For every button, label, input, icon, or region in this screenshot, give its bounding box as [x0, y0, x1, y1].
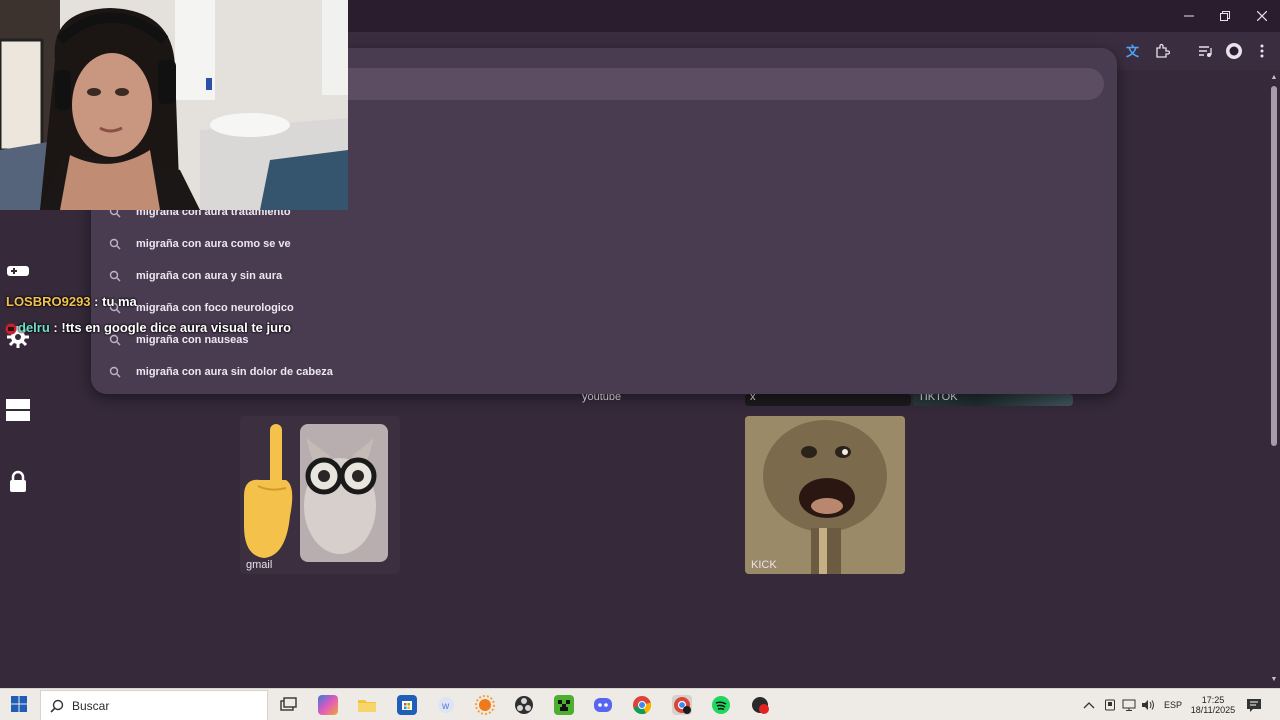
microsoft-store-icon[interactable] — [397, 695, 417, 715]
gmail-thumbnail — [240, 416, 400, 574]
suggestion-text: migraña con aura y sin aura — [136, 270, 283, 282]
close-icon — [1256, 11, 1267, 21]
minecraft-icon[interactable] — [554, 695, 574, 715]
shortcut-tile-x[interactable] — [745, 394, 911, 406]
chat-separator: : — [90, 294, 103, 309]
spotify-icon[interactable] — [711, 695, 731, 715]
taskbar: Buscar w ESP 17:25 18/11/2025 — [0, 688, 1280, 720]
chat-username: delru — [18, 320, 50, 335]
minimize-button[interactable] — [1170, 0, 1207, 32]
clock-time: 17:25 — [1201, 695, 1225, 705]
scroll-up-arrow-icon[interactable]: ▲ — [1270, 73, 1278, 81]
chat-message: delru : !tts en google dice aura visual … — [4, 320, 291, 335]
notification-icon — [1247, 699, 1261, 712]
profile-icon[interactable] — [1224, 41, 1244, 61]
copilot-icon[interactable] — [318, 695, 338, 715]
network-icon[interactable] — [1122, 689, 1136, 720]
chrome-profile-icon[interactable] — [672, 695, 692, 715]
word-app-icon[interactable]: w — [436, 695, 456, 715]
clock[interactable]: 17:25 18/11/2025 — [1189, 689, 1237, 720]
translate-icon[interactable]: 文 — [1123, 41, 1143, 61]
shortcut-tile-kick[interactable]: KICK — [745, 416, 905, 574]
shortcut-tile-gmail[interactable]: gmail — [240, 416, 400, 574]
chat-badge-icon — [5, 323, 17, 335]
windows-logo-icon — [11, 696, 27, 712]
minimize-icon — [1183, 15, 1194, 17]
shortcut-label-kick: KICK — [751, 559, 777, 571]
webcam-overlay — [0, 0, 348, 210]
webcam-feed — [0, 0, 348, 210]
scrollbar-thumb[interactable] — [1271, 86, 1277, 446]
search-icon — [50, 699, 64, 713]
taskbar-search[interactable]: Buscar — [40, 690, 268, 720]
suggestion-item[interactable]: migraña con aura y sin aura — [91, 260, 1117, 292]
suggestion-item[interactable]: migraña con aura como se ve — [91, 228, 1117, 260]
restore-icon — [1219, 11, 1230, 21]
chevron-up-icon — [1083, 702, 1095, 709]
search-placeholder: Buscar — [72, 698, 110, 713]
suggestion-text: migraña con foco neurologico — [136, 302, 294, 314]
chat-message: LOSBRO9293 : tu ma — [6, 294, 137, 309]
media-controls-icon[interactable] — [1195, 41, 1215, 61]
file-explorer-icon[interactable] — [357, 695, 377, 715]
search-icon — [109, 366, 121, 378]
windows-start-button[interactable] — [10, 695, 30, 715]
clock-date: 18/11/2025 — [1190, 705, 1236, 715]
address-bar-input[interactable] — [271, 68, 1104, 100]
close-window-button[interactable] — [1243, 0, 1280, 32]
server-icon — [4, 396, 32, 424]
chat-username: LOSBRO9293 — [6, 294, 91, 309]
restore-button[interactable] — [1206, 0, 1243, 32]
scroll-down-arrow-icon[interactable]: ▼ — [1270, 675, 1278, 683]
search-icon — [109, 334, 121, 346]
discord-icon[interactable] — [593, 695, 613, 715]
notifications-button[interactable] — [1246, 689, 1262, 720]
shortcut-label-gmail: gmail — [246, 559, 273, 571]
svg-text:文: 文 — [1126, 44, 1140, 59]
suggestion-text: migraña con nauseas — [136, 334, 249, 346]
suggestion-item[interactable]: migraña con aura sin dolor de cabeza — [91, 356, 1117, 388]
chat-text: !tts en google dice aura visual te juro — [61, 320, 292, 335]
gamepad-icon — [4, 257, 32, 285]
lock-icon — [4, 468, 32, 496]
svg-text:w: w — [441, 701, 450, 712]
chat-separator: : — [49, 320, 62, 335]
sun-app-icon[interactable] — [475, 695, 495, 715]
obs-icon[interactable] — [514, 695, 534, 715]
search-icon — [109, 270, 121, 282]
tablet-icon[interactable] — [1104, 689, 1116, 720]
volume-icon[interactable] — [1141, 689, 1155, 720]
show-hidden-icons-button[interactable] — [1083, 689, 1095, 720]
task-view-icon[interactable] — [278, 695, 298, 715]
suggestion-text: migraña con aura como se ve — [136, 238, 291, 250]
language-indicator[interactable]: ESP — [1164, 689, 1182, 720]
chat-text: tu ma — [102, 294, 137, 309]
recording-app-icon[interactable] — [750, 695, 770, 715]
kick-thumbnail — [745, 416, 905, 574]
menu-icon[interactable] — [1252, 41, 1272, 61]
search-icon — [109, 238, 121, 250]
chrome-icon[interactable] — [632, 695, 652, 715]
suggestion-text: migraña con aura sin dolor de cabeza — [136, 366, 333, 378]
scrollbar[interactable]: ▲ ▼ — [1268, 70, 1280, 688]
extensions-icon[interactable] — [1152, 41, 1172, 61]
